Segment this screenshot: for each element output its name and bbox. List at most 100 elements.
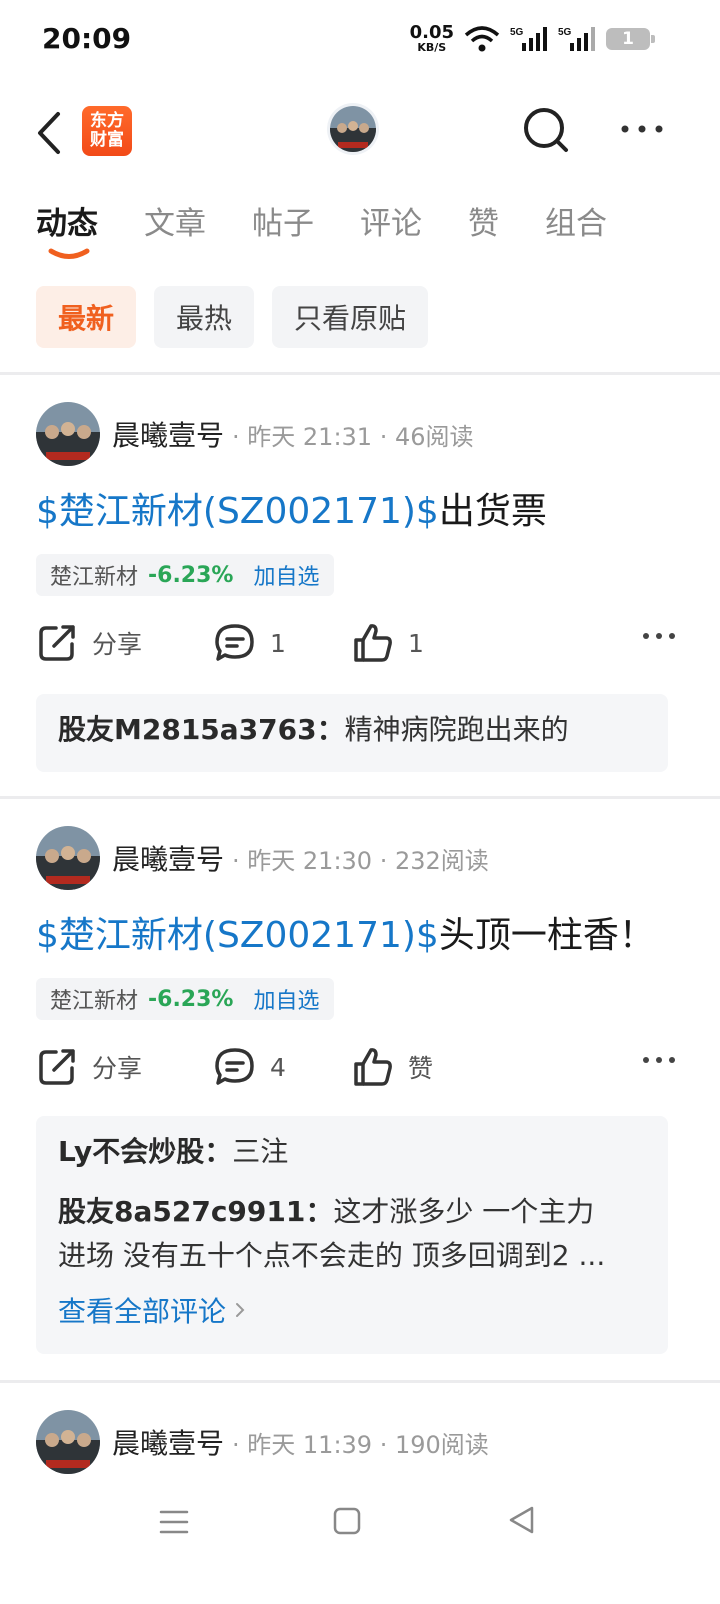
comment-line: 股友M2815a3763：精神病院跑出来的: [58, 708, 646, 752]
comment-button[interactable]: 1: [214, 622, 286, 664]
filter-hottest[interactable]: 最热: [154, 286, 255, 348]
battery-level: 1: [622, 28, 634, 49]
status-time: 20:09: [42, 22, 132, 55]
comment-preview[interactable]: Ly不会炒股：三注 股友8a527c9911：这才涨多少 一个主力 进场 没有五…: [36, 1116, 668, 1354]
comment-count: 4: [270, 1052, 286, 1082]
stock-quote-chip[interactable]: 楚江新材 -6.23% 加自选: [36, 978, 334, 1020]
post-meta: · 昨天 11:39 · 190阅读: [232, 1430, 489, 1459]
comment-line: 股友8a527c9911：这才涨多少 一个主力: [58, 1190, 646, 1234]
post-meta: · 昨天 21:31 · 46阅读: [232, 422, 474, 451]
share-icon: [39, 1049, 75, 1085]
comment-text-continued: 进场 没有五十个点不会走的 顶多回调到2 ...: [58, 1239, 606, 1272]
stock-name: 楚江新材: [50, 989, 139, 1014]
stock-link[interactable]: $楚江新材(SZ002171)$: [36, 491, 439, 532]
status-bar: 20:09 0.05 KB/S 5G 5G 1: [0, 0, 720, 80]
thumbs-up-icon: [354, 624, 392, 662]
post-author[interactable]: 晨曦壹号 · 昨天 21:30 · 232阅读: [36, 826, 489, 890]
svg-text:5G: 5G: [558, 27, 572, 38]
post-more-icon[interactable]: [642, 1054, 676, 1066]
author-name[interactable]: 晨曦壹号: [112, 838, 224, 878]
battery-icon: 1: [606, 27, 655, 50]
back-nav-icon[interactable]: [506, 1504, 536, 1536]
content-tabs: 动态 文章 帖子 评论 赞 组合: [36, 198, 653, 268]
post-actions: 分享 1 1: [36, 616, 676, 676]
avatar[interactable]: [36, 402, 100, 466]
tab-portfolio[interactable]: 组合: [545, 198, 607, 268]
filter-bar: 最新 最热 只看原贴: [36, 286, 429, 348]
filter-original-only[interactable]: 只看原贴: [272, 286, 429, 348]
network-speed: 0.05 KB/S: [409, 22, 454, 54]
stock-change: -6.23%: [148, 986, 234, 1012]
home-icon[interactable]: [332, 1506, 362, 1536]
author-name[interactable]: 晨曦壹号: [112, 1422, 224, 1462]
view-all-comments-link[interactable]: 查看全部评论: [58, 1290, 246, 1330]
comment-button[interactable]: 4: [214, 1046, 286, 1088]
avatar[interactable]: [36, 1410, 100, 1474]
logo-line-1: 东方: [90, 111, 124, 131]
post-card: 晨曦壹号 · 昨天 21:30 · 232阅读 $楚江新材(SZ002171)$…: [0, 796, 720, 1380]
comment-icon: [215, 1048, 254, 1085]
menu-icon[interactable]: [158, 1506, 190, 1538]
post-card: 晨曦壹号 · 昨天 11:39 · 190阅读: [0, 1380, 720, 1490]
signal-5g-icon: 5G: [510, 26, 547, 51]
share-icon: [39, 625, 75, 661]
author-name[interactable]: 晨曦壹号: [112, 414, 224, 454]
tab-articles[interactable]: 文章: [144, 198, 206, 268]
stock-quote-chip[interactable]: 楚江新材 -6.23% 加自选: [36, 554, 334, 596]
post-text: 头顶一柱香！: [438, 915, 655, 956]
signal-5g-icon-2: 5G: [558, 26, 595, 51]
share-button[interactable]: 分享: [36, 622, 142, 664]
back-icon[interactable]: [32, 108, 72, 158]
add-watchlist-button[interactable]: 加自选: [253, 559, 319, 591]
status-icons: 0.05 KB/S 5G 5G 1: [409, 22, 655, 54]
post-author[interactable]: 晨曦壹号 · 昨天 11:39 · 190阅读: [36, 1410, 489, 1474]
comment-preview[interactable]: 股友M2815a3763：精神病院跑出来的: [36, 694, 668, 772]
post-more-icon[interactable]: [642, 630, 676, 642]
comment-user: 股友8a527c9911：: [58, 1195, 334, 1228]
comment-icon: [215, 624, 254, 661]
like-button[interactable]: 1: [352, 622, 424, 664]
like-label: 赞: [408, 1054, 434, 1083]
share-button[interactable]: 分享: [36, 1046, 142, 1088]
comment-text: 这才涨多少 一个主力: [333, 1195, 595, 1228]
post-card: 晨曦壹号 · 昨天 21:31 · 46阅读 $楚江新材(SZ002171)$出…: [0, 372, 720, 796]
post-meta: · 昨天 21:30 · 232阅读: [232, 846, 489, 875]
tab-comments[interactable]: 评论: [360, 198, 422, 268]
search-icon[interactable]: [520, 104, 572, 156]
profile-avatar[interactable]: [330, 106, 376, 152]
more-options-icon[interactable]: [618, 114, 666, 144]
top-nav: 东方 财富: [0, 90, 720, 180]
network-speed-unit: KB/S: [417, 41, 447, 54]
share-label: 分享: [92, 1054, 143, 1083]
stock-change: -6.23%: [148, 562, 234, 588]
post-content[interactable]: $楚江新材(SZ002171)$出货票: [36, 482, 547, 534]
post-author[interactable]: 晨曦壹号 · 昨天 21:31 · 46阅读: [36, 402, 474, 466]
filter-latest[interactable]: 最新: [36, 286, 137, 348]
avatar[interactable]: [36, 826, 100, 890]
stock-name: 楚江新材: [50, 565, 139, 590]
stock-link[interactable]: $楚江新材(SZ002171)$: [36, 915, 439, 956]
active-tab-indicator: [48, 248, 90, 259]
network-speed-value: 0.05: [409, 22, 454, 43]
logo-line-2: 财富: [90, 130, 124, 150]
view-all-label: 查看全部评论: [58, 1295, 227, 1328]
comment-count: 1: [270, 628, 286, 658]
comment-line: Ly不会炒股：三注: [58, 1130, 646, 1174]
share-label: 分享: [92, 630, 143, 659]
add-watchlist-button[interactable]: 加自选: [253, 983, 319, 1015]
comment-user: 股友M2815a3763：: [58, 713, 345, 746]
comment-text: 三注: [232, 1135, 289, 1168]
thumbs-up-icon: [354, 1048, 392, 1086]
tab-likes[interactable]: 赞: [468, 198, 499, 268]
post-text: 出货票: [438, 491, 547, 532]
system-nav-bar: [0, 1486, 720, 1566]
post-content[interactable]: $楚江新材(SZ002171)$头顶一柱香！: [36, 906, 655, 958]
post-actions: 分享 4 赞: [36, 1040, 676, 1100]
app-logo[interactable]: 东方 财富: [82, 106, 132, 156]
tab-posts[interactable]: 帖子: [252, 198, 314, 268]
like-button[interactable]: 赞: [352, 1046, 433, 1088]
chevron-right-icon: [236, 1303, 245, 1317]
like-count: 1: [408, 628, 424, 658]
wifi-icon: [464, 25, 500, 51]
comment-text: 精神病院跑出来的: [344, 713, 569, 746]
